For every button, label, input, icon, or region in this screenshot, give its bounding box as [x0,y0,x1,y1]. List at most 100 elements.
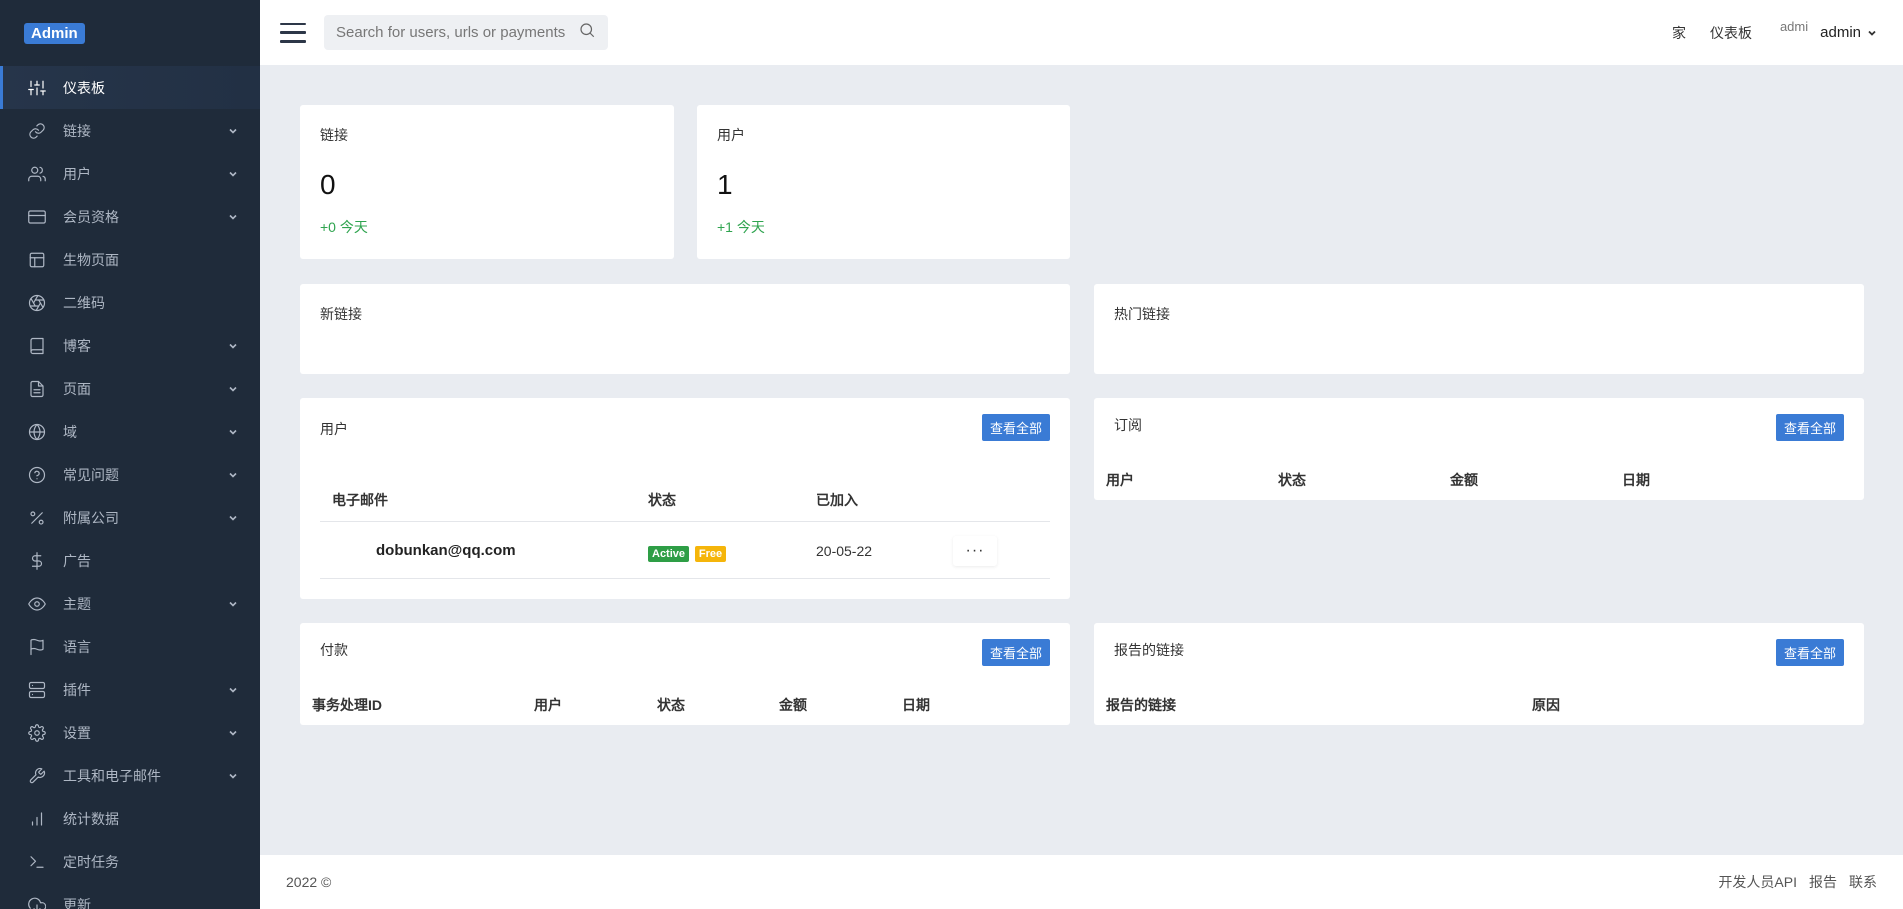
column-header-date: 日期 [1622,472,1650,488]
top-header: 家 仪表板 admi admin [260,0,1903,65]
chevron-down-icon [1861,25,1877,41]
avatar: admi [1779,19,1809,34]
menu-toggle-button[interactable] [280,22,306,43]
header-link-home[interactable]: 家 [1672,23,1686,43]
footer-link-contact[interactable]: 联系 [1849,872,1877,892]
sidebar-item-memberships[interactable]: 会员资格 [0,195,260,238]
sidebar-item-dashboard[interactable]: 仪表板 [0,66,260,109]
sidebar-item-themes[interactable]: 主题 [0,582,260,625]
column-header-transaction-id: 事务处理ID [312,697,382,713]
chevron-down-icon [228,126,238,136]
column-header-status: 状态 [1278,472,1306,488]
column-header-amount: 金额 [1450,472,1478,488]
sidebar-item-qrcodes[interactable]: 二维码 [0,281,260,324]
card-title: 付款 [320,642,348,658]
sidebar-item-label: 用户 [63,165,91,182]
stat-delta: +1 今天 [717,219,765,235]
sidebar-item-label: 更新 [63,896,91,909]
sidebar-item-tools[interactable]: 工具和电子邮件 [0,754,260,797]
tool-icon [28,767,46,785]
user-email[interactable]: dobunkan@qq.com [376,542,516,559]
brand-logo[interactable]: Admin [24,22,85,44]
sidebar-item-languages[interactable]: 语言 [0,625,260,668]
status-badges: Active Free [648,544,728,562]
copyright: 2022 © [286,874,332,890]
sidebar: Admin 仪表板 链接 用户 会员资格 生物页面 二维码 博客 页面 域 常见… [0,0,260,909]
stat-title: 用户 [717,127,745,143]
chevron-down-icon [228,384,238,394]
view-all-subscriptions-button[interactable]: 查看全部 [1775,414,1844,441]
sidebar-nav: 仪表板 链接 用户 会员资格 生物页面 二维码 博客 页面 域 常见问题 附属公… [0,66,260,909]
sidebar-item-settings[interactable]: 设置 [0,711,260,754]
sidebar-item-statistics[interactable]: 统计数据 [0,797,260,840]
sidebar-item-plugins[interactable]: 插件 [0,668,260,711]
chevron-down-icon [228,685,238,695]
card-title: 订阅 [1114,417,1142,433]
sidebar-item-affiliates[interactable]: 附属公司 [0,496,260,539]
users-icon [28,165,46,183]
row-actions-button[interactable]: ··· [953,536,997,566]
sidebar-item-label: 页面 [63,380,91,397]
chevron-down-icon [228,212,238,222]
header-nav: 家 仪表板 admi admin [1648,19,1877,43]
sidebar-item-label: 二维码 [63,294,105,311]
aperture-icon [28,294,46,312]
view-all-users-button[interactable]: 查看全部 [981,414,1050,441]
card-title: 热门链接 [1114,306,1170,322]
footer-link-developer-api[interactable]: 开发人员API [1718,872,1797,892]
user-name: admin [1820,24,1861,41]
popular-links-card: 热门链接 [1094,284,1864,374]
header-link-dashboard[interactable]: 仪表板 [1710,23,1752,43]
divider [320,578,1050,579]
sidebar-item-users[interactable]: 用户 [0,152,260,195]
subscriptions-card: 订阅 查看全部 用户 状态 金额 日期 [1094,398,1864,500]
card-title: 报告的链接 [1114,642,1184,658]
help-circle-icon [28,466,46,484]
stat-card-users: 用户 1 +1 今天 [697,105,1070,259]
chevron-down-icon [228,599,238,609]
flag-icon [28,638,46,656]
payments-card: 付款 查看全部 事务处理ID 用户 状态 金额 日期 [300,623,1070,725]
search-icon[interactable] [578,21,596,44]
column-header-reason: 原因 [1532,697,1560,713]
card-title: 用户 [320,421,348,437]
globe-icon [28,423,46,441]
view-all-reported-links-button[interactable]: 查看全部 [1775,639,1844,666]
sliders-icon [28,79,46,97]
sidebar-item-domains[interactable]: 域 [0,410,260,453]
chevron-down-icon [228,470,238,480]
sidebar-item-cron[interactable]: 定时任务 [0,840,260,883]
sidebar-item-blog[interactable]: 博客 [0,324,260,367]
sidebar-item-label: 附属公司 [63,509,119,526]
book-icon [28,337,46,355]
percent-icon [28,509,46,527]
sidebar-item-ads[interactable]: 广告 [0,539,260,582]
users-card: 用户 查看全部 电子邮件 状态 已加入 dobunkan@qq.com Acti… [300,398,1070,599]
footer-link-report[interactable]: 报告 [1809,872,1837,892]
sidebar-item-label: 统计数据 [63,810,119,827]
column-header-joined: 已加入 [816,492,858,508]
dollar-icon [28,551,46,570]
sidebar-item-updates[interactable]: 更新 [0,883,260,909]
sidebar-item-label: 广告 [63,552,91,569]
brand: Admin [0,0,260,66]
eye-icon [28,595,46,613]
stat-value: 0 [320,169,336,200]
link-icon [28,122,46,140]
chevron-down-icon [228,771,238,781]
sidebar-item-links[interactable]: 链接 [0,109,260,152]
sidebar-item-faq[interactable]: 常见问题 [0,453,260,496]
sidebar-item-label: 会员资格 [63,208,119,225]
chevron-down-icon [228,341,238,351]
sidebar-item-label: 常见问题 [63,466,119,483]
column-header-status: 状态 [648,492,676,508]
view-all-payments-button[interactable]: 查看全部 [981,639,1050,666]
sidebar-item-pages[interactable]: 页面 [0,367,260,410]
sidebar-item-label: 定时任务 [63,853,119,870]
bar-chart-icon [28,810,46,828]
search-input[interactable] [336,24,578,41]
sidebar-item-bio-pages[interactable]: 生物页面 [0,238,260,281]
sidebar-item-label: 工具和电子邮件 [63,767,161,784]
user-menu[interactable]: admi admin [1780,19,1877,41]
hamburger-line [280,22,306,25]
